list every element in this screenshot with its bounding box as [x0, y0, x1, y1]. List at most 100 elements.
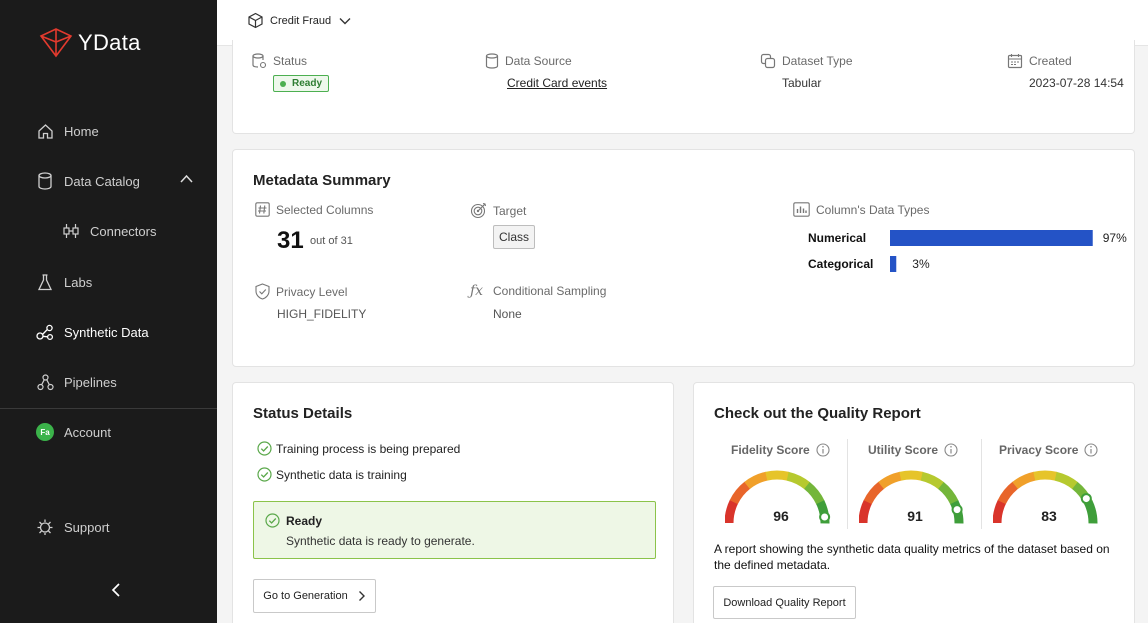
ready-alert: Ready Synthetic data is ready to generat…: [253, 501, 656, 559]
gauge-marker: [951, 504, 963, 516]
column-data-types-label: Column's Data Types: [793, 202, 929, 217]
sidebar-item-synthetic-data[interactable]: Synthetic Data: [36, 323, 149, 341]
bar-numerical: [890, 230, 1093, 246]
selected-columns-count: 31: [277, 227, 304, 254]
gauge-segment: [997, 481, 1019, 505]
function-icon: ƒx: [470, 283, 484, 299]
bar-value-label: 3%: [912, 257, 930, 271]
privacy-level-label: Privacy Level: [255, 283, 347, 300]
chevron-right-icon: [358, 591, 365, 601]
collapse-sidebar-icon[interactable]: [110, 582, 122, 598]
sidebar-item-labs[interactable]: Labs: [36, 273, 92, 291]
metadata-summary-title: Metadata Summary: [253, 172, 391, 189]
download-quality-report-button[interactable]: Download Quality Report: [713, 586, 856, 619]
info-icon[interactable]: [944, 443, 958, 457]
metadata-summary-card: Metadata Summary Selected Columns 31 out…: [232, 149, 1135, 367]
calendar-icon: [1007, 53, 1023, 69]
copy-icon: [760, 53, 776, 69]
sidebar-divider: [0, 408, 217, 409]
chart-icon: [793, 202, 810, 217]
bar-categorical: [890, 256, 897, 272]
gauge-marker: [819, 511, 831, 523]
utility-score-label: Utility Score: [868, 443, 958, 457]
sidebar-item-account[interactable]: Fa Account: [36, 423, 111, 441]
sidebar-item-label: Support: [64, 519, 110, 535]
gauge-segment: [1033, 470, 1058, 481]
sidebar-item-label: Labs: [64, 274, 93, 290]
sidebar-item-connectors[interactable]: Connectors: [62, 222, 156, 240]
target-icon: [470, 202, 487, 219]
quality-report-title: Check out the Quality Report: [714, 405, 921, 422]
score-divider: [847, 439, 848, 529]
avatar: Fa: [36, 423, 54, 441]
column-types-chart: Numerical 97% Categorical 3%: [808, 230, 1127, 272]
score-divider: [981, 439, 982, 529]
shield-icon: [255, 283, 270, 300]
target-tag: Class: [493, 225, 536, 249]
created-label: Created: [1007, 53, 1072, 69]
data-source-label: Data Source: [485, 53, 572, 69]
gauge-segment: [899, 470, 924, 481]
support-bug-icon: [36, 518, 54, 536]
quality-report-card: Check out the Quality Report Fidelity Sc…: [693, 382, 1135, 623]
sidebar-item-pipelines[interactable]: Pipelines: [36, 373, 117, 391]
chevron-down-icon: [339, 17, 351, 24]
privacy-level-value: HIGH_FIDELITY: [277, 307, 367, 321]
privacy-score-label: Privacy Score: [999, 443, 1098, 457]
gauge-segment: [725, 499, 739, 524]
flask-icon: [36, 273, 54, 291]
connectors-icon: [62, 222, 80, 240]
sidebar-item-label: Data Catalog: [64, 173, 140, 189]
gauge-segment: [859, 499, 873, 524]
check-circle-icon: [265, 513, 280, 528]
utility-score-value: 91: [907, 508, 923, 524]
ready-alert-text: Synthetic data is ready to generate.: [286, 534, 475, 548]
bar-value-label: 97%: [1103, 231, 1127, 245]
go-to-generation-button[interactable]: Go to Generation: [253, 579, 376, 613]
selected-columns-label: Selected Columns: [255, 202, 373, 217]
privacy-score-value: 83: [1041, 508, 1057, 524]
conditional-sampling-label: ƒx Conditional Sampling: [470, 283, 607, 299]
bar-category-label: Numerical: [808, 231, 866, 245]
project-selector[interactable]: Credit Fraud: [247, 12, 351, 29]
database-icon: [485, 53, 499, 69]
sidebar-item-label: Account: [64, 424, 111, 440]
database-icon: [36, 172, 54, 190]
sidebar-item-home[interactable]: Home: [36, 122, 99, 140]
info-icon[interactable]: [816, 443, 830, 457]
gauge-segment: [863, 481, 885, 505]
selected-columns-total: out of 31: [310, 235, 353, 247]
sidebar-item-label: Pipelines: [64, 374, 117, 390]
ready-alert-title: Ready: [265, 513, 322, 528]
status-badge: Ready: [273, 75, 330, 92]
created-value: 2023-07-28 14:54: [1029, 76, 1124, 90]
project-name: Credit Fraud: [270, 14, 332, 27]
sidebar-item-label: Connectors: [90, 223, 157, 239]
hash-icon: [255, 202, 270, 217]
fidelity-score-label: Fidelity Score: [731, 443, 830, 457]
bar-category-label: Categorical: [808, 257, 873, 271]
chevron-up-icon[interactable]: [180, 174, 193, 183]
sidebar-item-data-catalog[interactable]: Data Catalog: [36, 172, 140, 190]
info-icon[interactable]: [1084, 443, 1098, 457]
gauge-segment: [765, 470, 790, 481]
logo[interactable]: YData: [38, 26, 141, 60]
status-details-card: Status Details Training process is being…: [232, 382, 674, 623]
fidelity-score-value: 96: [773, 508, 789, 524]
dataset-overview-card: Status Ready Data Source Credit Card eve…: [232, 40, 1135, 134]
brand-name: YData: [78, 30, 141, 55]
dataset-type-label: Dataset Type: [760, 53, 853, 69]
data-source-link[interactable]: Credit Card events: [507, 76, 607, 90]
home-icon: [36, 122, 54, 140]
pipelines-icon: [36, 373, 54, 391]
project-cube-icon: [248, 12, 263, 29]
sidebar-item-label: Synthetic Data: [64, 324, 149, 340]
target-label: Target: [470, 202, 526, 219]
check-circle-icon: [257, 441, 272, 456]
gauge-segment: [803, 481, 825, 505]
dataset-type-value: Tabular: [782, 76, 822, 90]
sidebar-item-label: Home: [64, 123, 99, 139]
status-step-preparing: Training process is being prepared: [257, 441, 460, 456]
gauge-marker: [1080, 493, 1092, 505]
sidebar-item-support[interactable]: Support: [36, 518, 110, 536]
